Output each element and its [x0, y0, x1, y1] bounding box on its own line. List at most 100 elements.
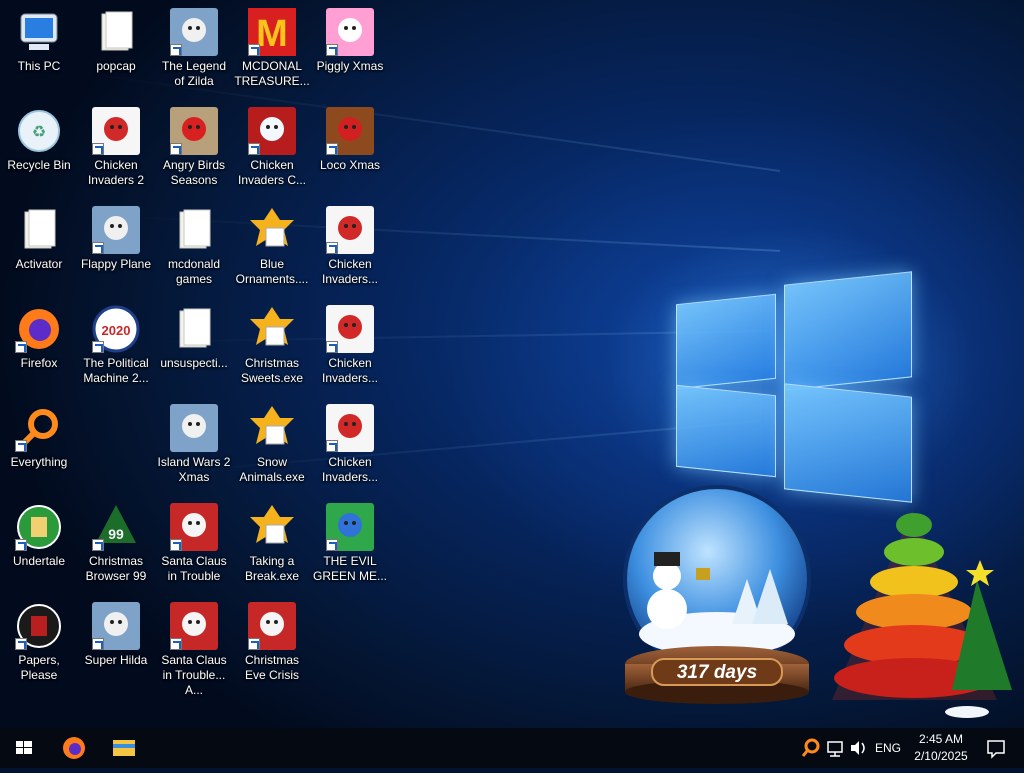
desktop-icon[interactable]: THE EVIL GREEN ME...	[311, 497, 389, 593]
shortcut-arrow-icon	[92, 242, 104, 254]
desktop-icon[interactable]: Snow Animals.exe	[233, 398, 311, 494]
shortcut-arrow-icon	[248, 638, 260, 650]
logo-pane	[676, 384, 776, 478]
desktop-icon[interactable]: Chicken Invaders C...	[233, 101, 311, 197]
desktop-icon-label: Taking a Break.exe	[244, 554, 300, 583]
desktop-icon-label: Undertale	[12, 554, 66, 568]
desktop-icon-label: THE EVIL GREEN ME...	[312, 554, 387, 583]
search-ring-icon	[15, 404, 63, 452]
chicken-icon	[92, 107, 140, 155]
tray-volume-button[interactable]	[848, 728, 870, 768]
desktop-icon-label: Flappy Plane	[80, 257, 152, 271]
folder-icon	[113, 740, 135, 756]
desktop-icon-label: Chicken Invaders 2	[87, 158, 145, 187]
installer-icon	[248, 503, 296, 551]
christmas-tree-icon: 99	[92, 503, 140, 551]
shortcut-arrow-icon	[170, 143, 182, 155]
desktop-icon[interactable]: Island Wars 2 Xmas	[155, 398, 233, 494]
undertale-icon	[15, 503, 63, 551]
shortcut-arrow-icon	[15, 638, 27, 650]
desktop-icon[interactable]: 2020 The Political Machine 2...	[77, 299, 155, 395]
shortcut-arrow-icon	[15, 440, 27, 452]
desktop-icon-label: popcap	[96, 59, 136, 73]
desktop-icon[interactable]: Super Hilda	[77, 596, 155, 692]
desktop-icon[interactable]: Chicken Invaders...	[311, 398, 389, 494]
clock-time: 2:45 AM	[918, 732, 964, 746]
firefox-icon	[63, 737, 85, 759]
desktop-icon[interactable]: M MCDONAL TREASURE...	[233, 2, 311, 98]
desktop-icon[interactable]: This PC	[0, 2, 78, 98]
santa-icon	[170, 602, 218, 650]
game-icon	[170, 8, 218, 56]
desktop-icon[interactable]: Santa Claus in Trouble	[155, 497, 233, 593]
folder-icon	[170, 305, 218, 353]
installer-icon	[248, 404, 296, 452]
shortcut-arrow-icon	[170, 44, 182, 56]
desktop-icon[interactable]: The Legend of Zilda	[155, 2, 233, 98]
desktop-icon-label: Chicken Invaders...	[321, 455, 379, 484]
desktop-icon[interactable]: Chicken Invaders...	[311, 200, 389, 296]
desktop-icon[interactable]: Papers, Please	[0, 596, 78, 692]
shortcut-arrow-icon	[92, 143, 104, 155]
star-icon	[966, 560, 994, 586]
taskbar: ENG 2:45 AM 2/10/2025	[0, 728, 1024, 768]
svg-text:M: M	[256, 13, 288, 55]
desktop-icon[interactable]: 99 Christmas Browser 99	[77, 497, 155, 593]
desktop-icon[interactable]: Blue Ornaments....	[233, 200, 311, 296]
desktop-icon[interactable]: Christmas Eve Crisis	[233, 596, 311, 692]
shortcut-arrow-icon	[92, 341, 104, 353]
desktop-icon-label: Super Hilda	[84, 653, 148, 667]
desktop-icon-label: Everything	[10, 455, 68, 469]
desktop-icon-label: MCDONAL TREASURE...	[234, 59, 310, 88]
desktop-icon[interactable]: mcdonald games	[155, 200, 233, 296]
this-pc-icon	[15, 8, 63, 56]
start-button[interactable]	[0, 728, 48, 768]
desktop-icon[interactable]: Undertale	[0, 497, 78, 593]
svg-text:2020: 2020	[102, 323, 131, 338]
gift-icon	[696, 568, 710, 580]
desktop-icon-label: Island Wars 2 Xmas	[157, 455, 231, 484]
desktop-icon[interactable]: Piggly Xmas	[311, 2, 389, 98]
chicken-icon	[326, 206, 374, 254]
network-icon	[827, 741, 843, 757]
shortcut-arrow-icon	[15, 539, 27, 551]
action-center-button[interactable]	[976, 728, 1016, 768]
desktop-icon[interactable]: Angry Birds Seasons	[155, 101, 233, 197]
desktop-icon-label: Angry Birds Seasons	[162, 158, 226, 187]
svg-text:♻: ♻	[32, 124, 46, 141]
desktop-icon[interactable]: Everything	[0, 398, 78, 494]
desktop-icon[interactable]: Loco Xmas	[311, 101, 389, 197]
desktop-icon[interactable]: ♻ Recycle Bin	[0, 101, 78, 197]
desktop-icon[interactable]: popcap	[77, 2, 155, 98]
desktop-icon[interactable]: Firefox	[0, 299, 78, 395]
desktop-icon[interactable]: Flappy Plane	[77, 200, 155, 296]
desktop-icon-label: The Legend of Zilda	[161, 59, 227, 88]
tray-everything-button[interactable]	[800, 728, 822, 768]
desktop[interactable]: This PC ♻ Recycle Bin Activator Firefox Every…	[0, 0, 1024, 728]
taskbar-firefox-button[interactable]	[50, 728, 98, 768]
desktop-icon[interactable]: Santa Claus in Trouble... A...	[155, 596, 233, 697]
desktop-icon-label: Chicken Invaders C...	[237, 158, 307, 187]
shortcut-arrow-icon	[326, 341, 338, 353]
shortcut-arrow-icon	[92, 638, 104, 650]
papers-please-icon	[15, 602, 63, 650]
desktop-icon-label: Christmas Browser 99	[85, 554, 147, 583]
installer-icon	[248, 305, 296, 353]
desktop-icon[interactable]: Activator	[0, 200, 78, 296]
snow-globe-gadget[interactable]: 317 days	[612, 484, 822, 709]
desktop-icon-label: Firefox	[20, 356, 58, 370]
tray-network-button[interactable]	[824, 728, 846, 768]
desktop-icon[interactable]: Taking a Break.exe	[233, 497, 311, 593]
desktop-icon-label: Christmas Eve Crisis	[244, 653, 299, 682]
taskbar-file-explorer-button[interactable]	[100, 728, 148, 768]
desktop-icon-label: mcdonald games	[167, 257, 221, 286]
language-indicator[interactable]: ENG	[874, 728, 902, 768]
desktop-icon[interactable]: Chicken Invaders 2	[77, 101, 155, 197]
snowman-icon	[248, 107, 296, 155]
volume-icon	[851, 741, 865, 755]
desktop-icon[interactable]: Chicken Invaders...	[311, 299, 389, 395]
recycle-bin-icon: ♻	[15, 107, 63, 155]
desktop-icon[interactable]: Christmas Sweets.exe	[233, 299, 311, 395]
clock[interactable]: 2:45 AM 2/10/2025	[906, 731, 976, 765]
desktop-icon[interactable]: unsuspecti...	[155, 299, 233, 395]
